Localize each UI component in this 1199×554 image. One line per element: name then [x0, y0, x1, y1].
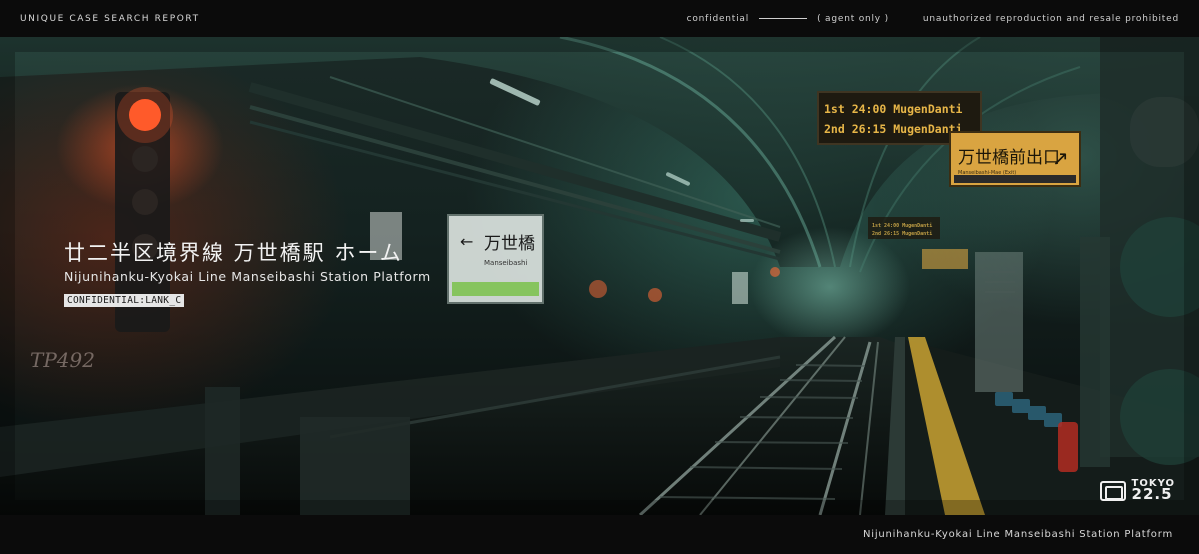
- station-title-en: Nijunihanku-Kyokai Line Manseibashi Stat…: [64, 269, 431, 284]
- svg-text:↗: ↗: [1052, 146, 1069, 170]
- reproduction-notice: unauthorized reproduction and resale pro…: [922, 13, 1179, 24]
- departure-row-2: 2nd 26:15 MugenDanti: [872, 231, 932, 237]
- confidential-label: confidential: [686, 13, 750, 24]
- svg-text:万世橋前出口: 万世橋前出口: [958, 148, 1060, 168]
- agent-only-label: ( agent only ): [817, 13, 889, 24]
- confidential-rank-badge: CONFIDENTIAL:LANK_C: [64, 294, 185, 307]
- station-name-sign: ← 万世橋 Manseibashi: [447, 214, 544, 304]
- utility-cabinet: [975, 252, 1023, 392]
- divider-line: [759, 18, 808, 19]
- fire-extinguisher: [1058, 422, 1078, 472]
- station-platform-image: ← 万世橋 Manseibashi TP492 1st 24:00 MugenD…: [0, 37, 1199, 515]
- departure-row-2: 2nd 26:15 MugenDanti: [824, 122, 963, 136]
- header-notice-group: confidential ( agent only ) unauthorized…: [687, 14, 1179, 24]
- footer-bar: Nijunihanku-Kyokai Line Manseibashi Stat…: [0, 515, 1199, 554]
- exit-sign-distant: [922, 249, 968, 269]
- departure-board-small: 1st 24:00 MugenDanti 2nd 26:15 MugenDant…: [868, 217, 940, 239]
- exit-sign: 万世橋前出口 ↗ Manseibashi-Mae (Exit): [949, 131, 1081, 187]
- departure-row-1: 1st 24:00 MugenDanti: [872, 223, 932, 229]
- top-bar: UNIQUE CASE SEARCH REPORT confidential (…: [0, 0, 1199, 37]
- svg-text:Manseibashi: Manseibashi: [484, 259, 527, 267]
- svg-text:Manseibashi-Mae (Exit): Manseibashi-Mae (Exit): [958, 170, 1016, 176]
- report-title: UNIQUE CASE SEARCH REPORT: [20, 13, 200, 24]
- logo-icon: [1099, 481, 1126, 501]
- tokyo-logo: TOKYO 22.5: [1099, 478, 1175, 503]
- svg-text:万世橋: 万世橋: [484, 234, 535, 254]
- wall-graffiti: TP492: [30, 348, 95, 372]
- svg-text:←: ←: [460, 232, 473, 251]
- logo-line2: 22.5: [1131, 484, 1173, 503]
- station-title-jp: 廿二半区境界線 万世橋駅 ホーム: [64, 241, 403, 265]
- footer-caption: Nijunihanku-Kyokai Line Manseibashi Stat…: [862, 529, 1173, 540]
- departure-row-1: 1st 24:00 MugenDanti: [824, 102, 963, 116]
